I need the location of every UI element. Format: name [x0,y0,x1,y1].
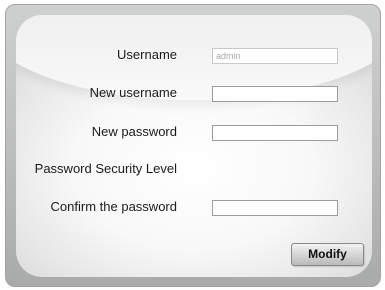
password-security-level-label: Password Security Level [34,161,177,176]
confirm-password-field[interactable] [212,200,338,216]
confirm-password-label: Confirm the password [50,199,177,214]
username-field[interactable] [212,48,338,64]
new-password-field[interactable] [212,125,338,141]
new-password-label: New password [91,124,177,139]
new-username-label: New username [89,85,177,100]
modify-button[interactable]: Modify [291,243,364,266]
settings-frame: Username New username New password Passw… [5,4,381,287]
account-form-panel: Username New username New password Passw… [16,15,372,277]
username-label: Username [117,47,177,62]
new-username-field[interactable] [212,86,338,102]
